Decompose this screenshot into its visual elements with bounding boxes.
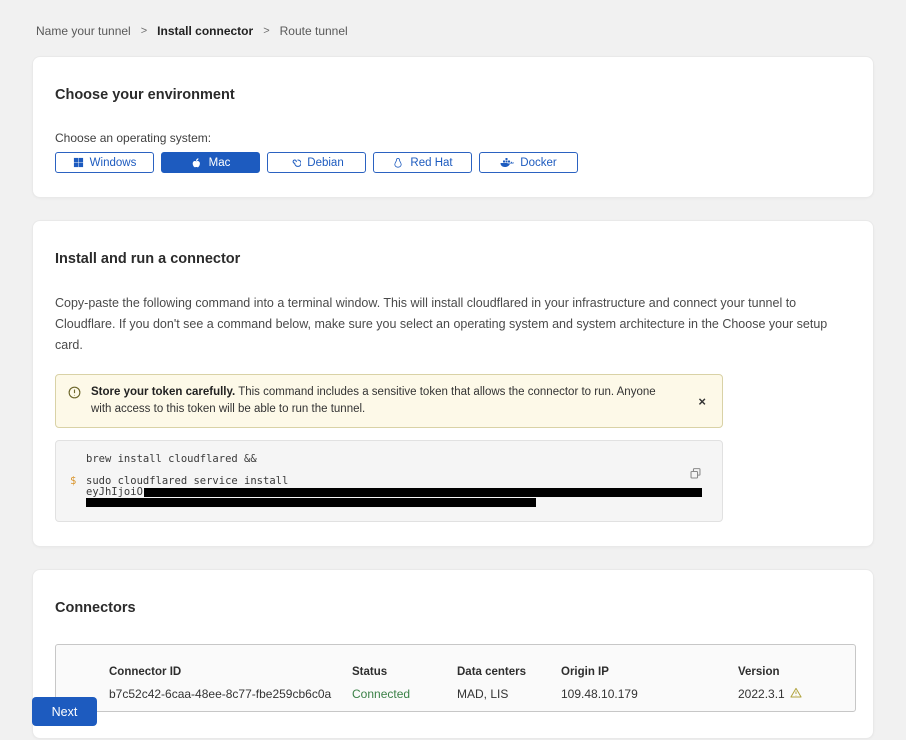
os-button-mac[interactable]: Mac: [161, 152, 260, 173]
breadcrumb-step-name-tunnel[interactable]: Name your tunnel: [36, 24, 131, 38]
token-warning-banner: Store your token carefully. This command…: [55, 374, 723, 428]
col-origin-ip: Origin IP: [561, 666, 738, 678]
alert-circle-icon: [68, 386, 81, 405]
redacted-token-bar: [144, 488, 702, 497]
connectors-table-header: Connector ID Status Data centers Origin …: [109, 666, 855, 678]
next-button[interactable]: Next: [32, 697, 97, 726]
shell-prompt: $: [70, 475, 86, 487]
warning-title: Store your token carefully.: [91, 386, 235, 398]
connectors-card-title: Connectors: [55, 600, 851, 616]
code-content: brew install cloudflared && sudo cloudfl…: [86, 453, 708, 507]
docker-icon: [500, 157, 514, 168]
windows-icon: [73, 157, 84, 168]
os-button-docker[interactable]: Docker: [479, 152, 578, 173]
col-connector-id: Connector ID: [109, 666, 352, 678]
os-button-label: Windows: [90, 157, 137, 169]
os-button-label: Debian: [307, 157, 343, 169]
install-card-description: Copy-paste the following command into a …: [55, 293, 851, 356]
os-button-debian[interactable]: Debian: [267, 152, 366, 173]
connectors-card: Connectors Connector ID Status Data cent…: [32, 569, 874, 739]
token-prefix: eyJhIjoiO: [86, 487, 143, 497]
data-centers-value: MAD, LIS: [457, 687, 561, 701]
install-card-title: Install and run a connector: [55, 251, 851, 267]
breadcrumb-step-route-tunnel[interactable]: Route tunnel: [280, 24, 348, 38]
code-line-token: eyJhIjoiO: [86, 487, 708, 497]
warning-triangle-icon: [790, 687, 802, 701]
redhat-icon: [392, 157, 404, 169]
environment-card: Choose your environment Choose an operat…: [32, 56, 874, 198]
install-command-code-block: $ brew install cloudflared && sudo cloud…: [55, 440, 723, 522]
debian-icon: [289, 157, 301, 169]
os-select-label: Choose an operating system:: [55, 131, 851, 145]
connector-id-value: b7c52c42-6caa-48ee-8c77-fbe259cb6c0a: [109, 687, 352, 701]
os-button-label: Red Hat: [410, 157, 452, 169]
connectors-table: Connector ID Status Data centers Origin …: [55, 644, 856, 712]
col-data-centers: Data centers: [457, 666, 561, 678]
copy-icon[interactable]: [689, 467, 702, 483]
table-row: b7c52c42-6caa-48ee-8c77-fbe259cb6c0a Con…: [109, 687, 855, 701]
origin-ip-value: 109.48.10.179: [561, 687, 738, 701]
version-number: 2022.3.1: [738, 687, 785, 701]
redacted-token-bar: [86, 498, 536, 507]
col-version: Version: [738, 666, 855, 678]
wizard-page: Choose your environment Choose an operat…: [0, 38, 906, 739]
install-card: Install and run a connector Copy-paste t…: [32, 220, 874, 547]
breadcrumb-separator: >: [263, 25, 269, 37]
code-prompt-gutter: $: [70, 453, 86, 507]
os-button-label: Mac: [209, 157, 231, 169]
os-button-windows[interactable]: Windows: [55, 152, 154, 173]
version-value: 2022.3.1: [738, 687, 855, 701]
code-line-brew: brew install cloudflared &&: [86, 453, 708, 466]
breadcrumb: Name your tunnel > Install connector > R…: [0, 0, 906, 38]
code-line-sudo: sudo cloudflared service install: [86, 475, 708, 487]
os-button-group: Windows Mac Debian Red Hat: [55, 152, 851, 173]
col-status: Status: [352, 666, 457, 678]
breadcrumb-step-install-connector[interactable]: Install connector: [157, 24, 253, 38]
apple-icon: [191, 157, 203, 169]
warning-text: Store your token carefully. This command…: [91, 384, 684, 418]
code-line-token-2: [86, 497, 708, 507]
close-icon[interactable]: ×: [694, 393, 710, 410]
os-button-redhat[interactable]: Red Hat: [373, 152, 472, 173]
breadcrumb-separator: >: [141, 25, 147, 37]
os-button-label: Docker: [520, 157, 556, 169]
environment-card-title: Choose your environment: [55, 87, 851, 103]
status-badge: Connected: [352, 687, 457, 701]
